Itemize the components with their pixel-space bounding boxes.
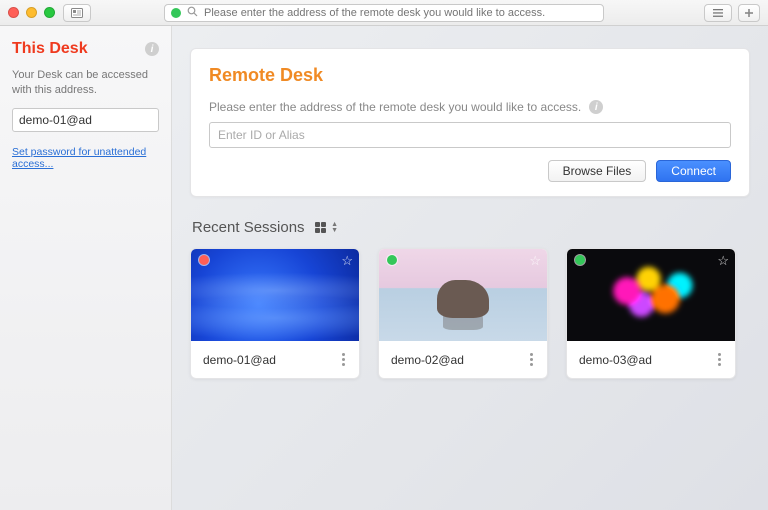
- address-bar[interactable]: [164, 4, 604, 22]
- favorite-icon[interactable]: ☆: [341, 253, 353, 269]
- session-thumbnail: ☆: [379, 249, 547, 341]
- info-icon[interactable]: i: [145, 42, 159, 56]
- remote-address-input[interactable]: [209, 122, 731, 148]
- remote-desk-card: Remote Desk Please enter the address of …: [190, 48, 750, 197]
- session-status-icon: [575, 255, 585, 265]
- session-label: demo-02@ad: [391, 353, 464, 367]
- view-toggle[interactable]: ▲▼: [315, 222, 338, 234]
- session-menu-button[interactable]: [714, 351, 725, 368]
- session-label: demo-01@ad: [203, 353, 276, 367]
- session-label: demo-03@ad: [579, 353, 652, 367]
- new-tab-button[interactable]: [738, 4, 760, 22]
- set-password-link[interactable]: Set password for unattended access...: [12, 146, 159, 170]
- sidebar: This Desk i Your Desk can be accessed wi…: [0, 26, 172, 510]
- connection-status-icon: [171, 8, 181, 18]
- window-minimize-button[interactable]: [26, 7, 37, 18]
- session-tile[interactable]: ☆ demo-03@ad: [566, 248, 736, 379]
- address-input[interactable]: [204, 7, 597, 19]
- grid-view-icon: [315, 222, 327, 234]
- search-icon: [187, 6, 198, 20]
- session-menu-button[interactable]: [526, 351, 537, 368]
- titlebar: [0, 0, 768, 26]
- menu-button[interactable]: [704, 4, 732, 22]
- contacts-button[interactable]: [63, 4, 91, 22]
- main-area: Remote Desk Please enter the address of …: [172, 26, 768, 510]
- session-menu-button[interactable]: [338, 351, 349, 368]
- remote-desk-description: Please enter the address of the remote d…: [209, 100, 581, 114]
- sort-icon: ▲▼: [331, 222, 338, 234]
- recent-sessions-grid: ☆ demo-01@ad ☆ demo-02@ad: [190, 248, 750, 379]
- session-status-icon: [387, 255, 397, 265]
- session-status-icon: [199, 255, 209, 265]
- connect-button[interactable]: Connect: [656, 160, 731, 182]
- recent-sessions-title: Recent Sessions: [192, 219, 305, 236]
- session-thumbnail: ☆: [191, 249, 359, 341]
- window-traffic-lights: [8, 7, 55, 18]
- favorite-icon[interactable]: ☆: [717, 253, 729, 269]
- browse-files-button[interactable]: Browse Files: [548, 160, 647, 182]
- this-desk-description: Your Desk can be accessed with this addr…: [12, 68, 159, 98]
- this-desk-title: This Desk: [12, 40, 88, 58]
- window-zoom-button[interactable]: [44, 7, 55, 18]
- favorite-icon[interactable]: ☆: [529, 253, 541, 269]
- window-close-button[interactable]: [8, 7, 19, 18]
- session-thumbnail: ☆: [567, 249, 735, 341]
- session-tile[interactable]: ☆ demo-02@ad: [378, 248, 548, 379]
- remote-desk-title: Remote Desk: [209, 65, 731, 86]
- this-desk-address-input[interactable]: [12, 108, 159, 132]
- info-icon[interactable]: i: [589, 100, 603, 114]
- session-tile[interactable]: ☆ demo-01@ad: [190, 248, 360, 379]
